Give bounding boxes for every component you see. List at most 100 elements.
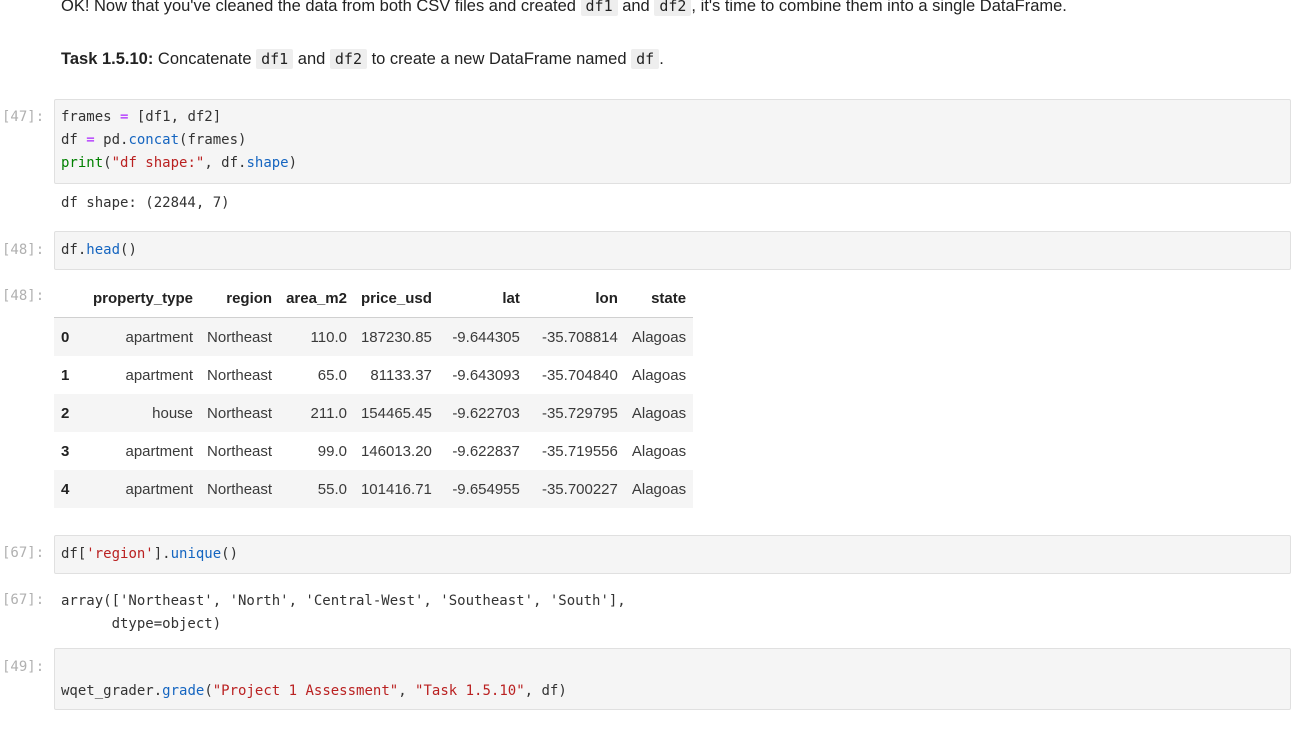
code-token: concat xyxy=(128,132,180,148)
table-cell: -9.622703 xyxy=(438,394,527,432)
code-token: [df1, df2] xyxy=(128,109,222,125)
code-token: ]. xyxy=(153,546,171,562)
table-cell: 146013.20 xyxy=(360,442,432,460)
column-header xyxy=(54,279,86,318)
table-cell: 110.0 xyxy=(279,317,354,356)
table-cell: 99.0 xyxy=(317,442,347,460)
inline-code-df1: df1 xyxy=(256,49,294,69)
code-token: df. xyxy=(61,242,87,258)
cell-output: df shape: (22844, 7) xyxy=(61,195,230,211)
column-header: area_m2 xyxy=(279,279,354,318)
table-row: 1 apartment Northeast 65.0 81133.37 -9.6… xyxy=(54,356,693,394)
table-cell: -35.729795 xyxy=(526,394,625,432)
code-token: () xyxy=(221,546,239,562)
intro-text: , it's time to combine them into a singl… xyxy=(691,0,1067,15)
table-cell: -35.719556 xyxy=(541,442,618,460)
code-token: head xyxy=(86,242,121,258)
code-token: () xyxy=(120,242,137,258)
table-header-row: property_type region area_m2 price_usd l… xyxy=(54,279,694,318)
table-row: 2 house Northeast 211.0 154465.45 -9.622… xyxy=(54,394,694,432)
row-index: 3 xyxy=(61,442,70,460)
code-token: (frames) xyxy=(179,132,247,148)
table-cell: Alagoas xyxy=(624,470,694,508)
code-editor[interactable]: frames = [df1, df2] df = pd.concat(frame… xyxy=(61,106,297,175)
table-cell: Northeast xyxy=(200,317,280,356)
task-text: and xyxy=(293,50,330,68)
output-prompt: [67]: xyxy=(2,592,45,608)
table-cell: 101416.71 xyxy=(353,470,439,508)
code-token: pd. xyxy=(94,132,129,148)
table-cell: -9.622837 xyxy=(452,442,520,460)
row-index: 4 xyxy=(54,470,86,508)
table-row: 3 apartment Northeast 99.0 146013.20 -9.… xyxy=(54,432,693,470)
code-token: frames xyxy=(61,109,121,125)
code-token: df xyxy=(61,132,87,148)
table-cell: Alagoas xyxy=(631,366,687,384)
code-editor[interactable]: df.head() xyxy=(61,239,137,262)
table-row: 0 apartment Northeast 110.0 187230.85 -9… xyxy=(54,317,694,356)
code-editor[interactable]: wqet_grader.grade("Project 1 Assessment"… xyxy=(61,680,567,703)
code-token: , df) xyxy=(524,683,567,699)
code-editor[interactable]: df['region'].unique() xyxy=(61,543,238,566)
column-header: lat xyxy=(438,279,527,318)
table-cell: Northeast xyxy=(200,394,280,432)
table-cell: -35.700227 xyxy=(526,470,625,508)
table-cell: Alagoas xyxy=(624,317,694,356)
table-cell: -35.708814 xyxy=(526,317,625,356)
table-cell: -9.654955 xyxy=(438,470,527,508)
table-cell: Northeast xyxy=(200,470,280,508)
code-token: "Task 1.5.10" xyxy=(415,683,525,699)
code-token: ) xyxy=(288,155,298,171)
input-prompt: [67]: xyxy=(2,545,45,561)
code-cell-input[interactable] xyxy=(54,231,1291,270)
code-cell-input[interactable] xyxy=(54,535,1291,574)
dataframe-table: property_type region area_m2 price_usd l… xyxy=(54,279,694,508)
row-index: 2 xyxy=(54,394,86,432)
code-token: unique xyxy=(170,546,222,562)
inline-code-df2: df2 xyxy=(329,49,367,69)
table-cell: -35.704840 xyxy=(541,366,618,384)
table-cell: Northeast xyxy=(207,442,273,460)
row-index: 1 xyxy=(61,366,70,384)
column-header: price_usd xyxy=(353,279,439,318)
table-cell: -9.643093 xyxy=(452,366,520,384)
code-token: print xyxy=(61,155,104,171)
row-index: 0 xyxy=(54,317,86,356)
code-token: ( xyxy=(103,155,112,171)
column-header: property_type xyxy=(86,279,201,318)
input-prompt: [48]: xyxy=(2,242,45,258)
table-cell: 187230.85 xyxy=(353,317,439,356)
table-cell: -9.644305 xyxy=(438,317,527,356)
table-cell: apartment xyxy=(125,442,194,460)
table-cell: Northeast xyxy=(207,366,273,384)
code-token: "Project 1 Assessment" xyxy=(212,683,399,699)
intro-text: OK! Now that you've cleaned the data fro… xyxy=(61,0,581,15)
task-text: . xyxy=(659,50,664,68)
output-prompt: [48]: xyxy=(2,288,45,304)
task-label: Task 1.5.10: xyxy=(61,50,154,68)
table-cell: 81133.37 xyxy=(370,366,432,384)
inline-code-df1: df1 xyxy=(580,0,618,16)
inline-code-df: df xyxy=(631,49,660,69)
code-token: , df. xyxy=(204,155,247,171)
task-text: to create a new DataFrame named xyxy=(366,50,632,68)
code-token: ( xyxy=(204,683,213,699)
table-cell: apartment xyxy=(86,317,201,356)
code-token: df[ xyxy=(61,546,87,562)
code-token: , xyxy=(398,683,416,699)
table-cell: apartment xyxy=(86,470,201,508)
table-cell: 65.0 xyxy=(317,366,347,384)
input-prompt: [47]: xyxy=(2,109,45,125)
code-token: 'region' xyxy=(86,546,154,562)
code-token: "df shape:" xyxy=(111,155,205,171)
task-instruction: Task 1.5.10: Concatenate df1 and df2 to … xyxy=(61,49,664,69)
cell-output: array(['Northeast', 'North', 'Central-We… xyxy=(61,593,626,632)
code-token: grade xyxy=(162,683,205,699)
column-header: state xyxy=(624,279,694,318)
code-token: = xyxy=(86,132,95,148)
intro-text: and xyxy=(617,0,655,15)
table-cell: 55.0 xyxy=(279,470,354,508)
table-cell: 154465.45 xyxy=(353,394,439,432)
table-cell: Alagoas xyxy=(631,442,687,460)
code-token: shape xyxy=(246,155,289,171)
